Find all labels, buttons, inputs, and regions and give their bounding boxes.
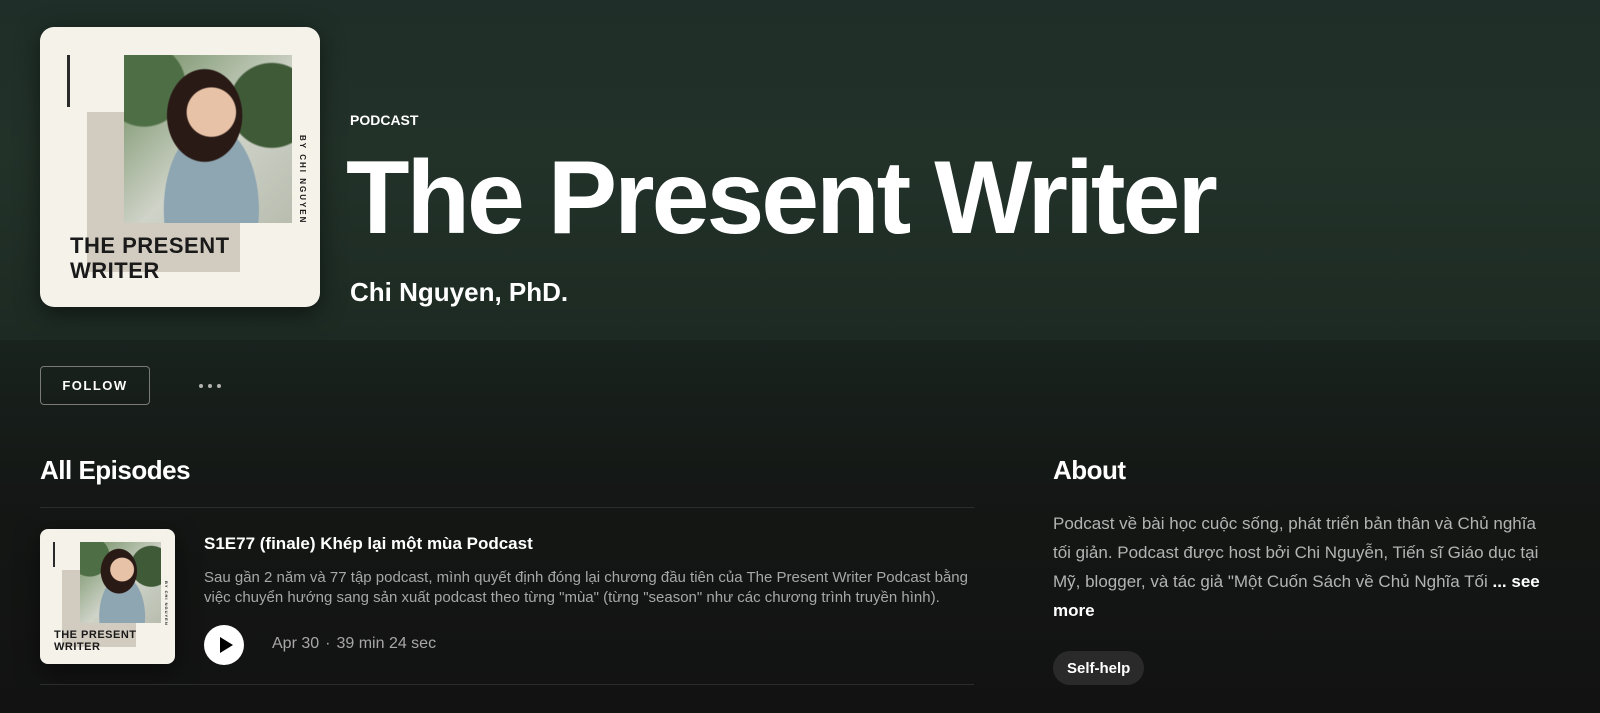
podcast-type-label: PODCAST	[350, 112, 419, 128]
cover-title: THE PRESENT WRITER	[70, 233, 230, 283]
host-photo	[80, 542, 161, 623]
episode-date: Apr 30	[272, 635, 320, 652]
episode-description: Sau gần 2 năm và 77 tập podcast, mình qu…	[204, 569, 968, 606]
podcast-title: The Present Writer	[346, 140, 1218, 256]
cover-byline: BY CHI NGUYEN	[298, 135, 307, 225]
category-tag[interactable]: Self-help	[1053, 651, 1145, 685]
about-text: Podcast về bài học cuộc sống, phát triển…	[1053, 514, 1539, 591]
all-episodes-heading: All Episodes	[40, 455, 191, 485]
episode-meta: Apr 30 · 39 min 24 sec	[272, 635, 436, 653]
about-heading: About	[1053, 455, 1126, 485]
cover-byline: BY CHI NGUYEN	[164, 581, 169, 626]
follow-button[interactable]: FOLLOW	[40, 366, 150, 405]
play-button[interactable]	[204, 625, 244, 665]
episode-cover-art[interactable]: THE PRESENT WRITER BY CHI NGUYEN	[40, 529, 175, 664]
episodes-divider	[40, 507, 974, 508]
more-options-icon[interactable]	[190, 374, 230, 398]
about-description: Podcast về bài học cuộc sống, phát triển…	[1053, 509, 1553, 625]
cover-title: THE PRESENT WRITER	[54, 629, 137, 653]
meta-separator: ·	[325, 635, 331, 652]
episode-row-divider	[40, 684, 974, 685]
play-icon	[219, 637, 233, 653]
podcast-author[interactable]: Chi Nguyen, PhD.	[350, 277, 568, 308]
host-photo	[124, 55, 292, 223]
podcast-cover-art: THE PRESENT WRITER BY CHI NGUYEN	[40, 27, 320, 307]
episode-duration: 39 min 24 sec	[336, 635, 437, 652]
episode-title[interactable]: S1E77 (finale) Khép lại một mùa Podcast	[204, 534, 533, 554]
